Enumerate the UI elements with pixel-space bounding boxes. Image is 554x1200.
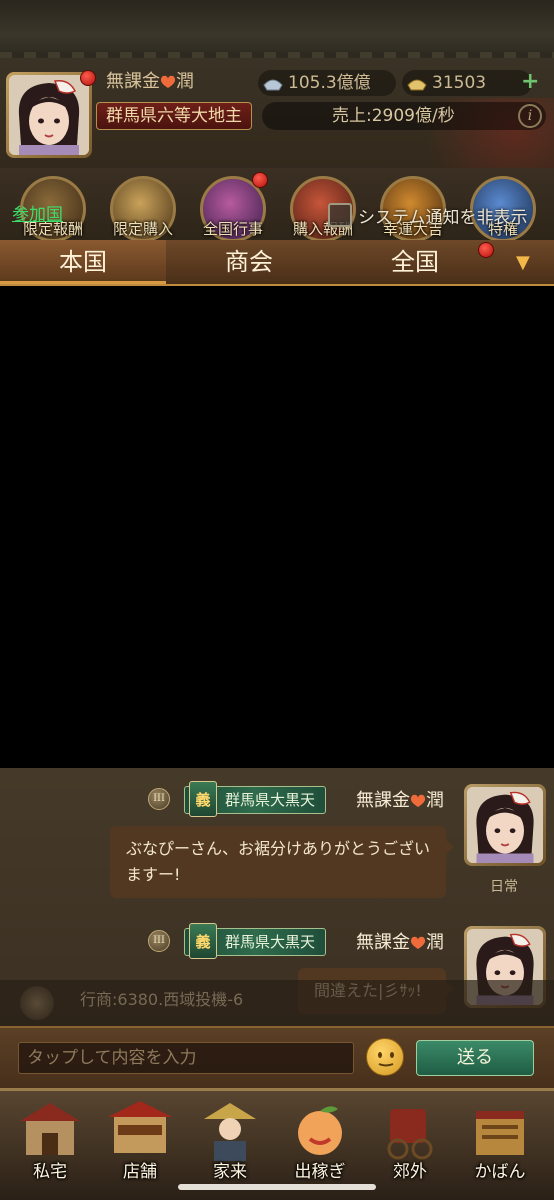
event-label-limited-purchase: 限定購入 xyxy=(112,220,173,238)
trade-notice: 行商:6380.西域投機-6 xyxy=(0,980,554,1026)
silver-ingot-icon xyxy=(263,79,283,91)
sender-name-suffix: 潤 xyxy=(426,790,444,811)
event-notification-dot xyxy=(252,172,268,188)
silver-counter[interactable]: 105.3億億 xyxy=(258,70,396,96)
sender-name: 無課金 xyxy=(356,932,410,953)
redacted-region xyxy=(0,286,554,768)
tab-home-country[interactable]: 本国 xyxy=(0,240,166,284)
guild-emblem-icon: 義 xyxy=(189,781,217,817)
player-name-suffix: 潤 xyxy=(176,71,194,92)
nav-bag[interactable]: かばん xyxy=(456,1097,544,1185)
nav-residence[interactable]: 私宅 xyxy=(6,1097,94,1185)
guild-name: 群馬県大黒天 xyxy=(225,791,316,809)
nav-label-residence: 私宅 xyxy=(33,1162,67,1182)
hide-system-notice-label: システム通知を非表示 xyxy=(358,208,528,228)
avatar-portrait-icon xyxy=(467,787,543,863)
gold-ingot-icon xyxy=(407,79,427,91)
send-button[interactable]: 送る xyxy=(416,1040,534,1076)
player-avatar[interactable] xyxy=(6,72,92,158)
nav-label-suburbs: 郊外 xyxy=(393,1162,427,1182)
sender-avatar[interactable] xyxy=(464,784,546,866)
message-bubble[interactable]: ぶなぴーさん、お裾分けありがとうございますー! xyxy=(110,826,454,898)
chat-input-bar: 送る xyxy=(0,1026,554,1088)
home-indicator[interactable] xyxy=(178,1184,376,1190)
guild-tag[interactable]: 義 群馬県大黒天 xyxy=(184,781,327,817)
chevron-down-icon[interactable]: ▼ xyxy=(516,252,536,273)
bag-icon xyxy=(476,1111,524,1155)
join-country-link[interactable]: 参加国 xyxy=(12,200,63,225)
nav-retainers[interactable]: 家来 xyxy=(186,1097,274,1185)
add-gold-button[interactable]: + xyxy=(521,71,539,93)
trade-icon xyxy=(20,986,54,1020)
nav-label-shop: 店舗 xyxy=(123,1162,157,1182)
avatar-notification-dot xyxy=(80,70,96,86)
rank-badge: III xyxy=(148,930,170,952)
chat-tabs: 本国 商会 全国 ▼ xyxy=(0,240,554,286)
message-sender: 無課金潤 xyxy=(356,928,444,954)
nav-suburbs[interactable]: 郊外 xyxy=(366,1097,454,1185)
gold-counter[interactable]: 31503 xyxy=(402,70,532,96)
nav-work[interactable]: 出稼ぎ xyxy=(276,1097,364,1185)
player-name-text: 無課金 xyxy=(106,71,160,92)
sales-text: 売上:2909億/秒 xyxy=(332,106,455,126)
tab-nationwide[interactable]: 全国 xyxy=(332,240,498,284)
sender-name-suffix: 潤 xyxy=(426,932,444,953)
carriage-icon xyxy=(387,1109,433,1160)
info-icon[interactable]: i xyxy=(518,104,542,128)
player-name: 無課金潤 xyxy=(96,68,256,96)
tab-guild[interactable]: 商会 xyxy=(166,240,332,284)
event-label-national: 全国行事 xyxy=(202,220,263,238)
sender-name: 無課金 xyxy=(356,790,410,811)
peach-icon xyxy=(160,75,176,88)
peach-icon xyxy=(410,936,426,949)
event-label-purchase-reward: 購入報酬 xyxy=(292,220,353,238)
shop-icon xyxy=(108,1101,172,1153)
player-title-badge[interactable]: 群馬県六等大地主 xyxy=(96,102,252,130)
guild-name: 群馬県大黒天 xyxy=(225,933,316,951)
chat-input[interactable] xyxy=(18,1042,354,1074)
residence-icon xyxy=(20,1103,80,1155)
sales-rate: 売上:2909億/秒 i xyxy=(262,102,546,130)
status-badge: 日常 xyxy=(490,879,518,895)
peach-icon xyxy=(410,794,426,807)
player-header: 無課金潤 群馬県六等大地主 105.3億億 31503 + 売上:2909億/秒… xyxy=(0,58,554,208)
nav-label-bag: かばん xyxy=(474,1162,526,1182)
smiley-icon xyxy=(378,1052,394,1067)
silver-value: 105.3億億 xyxy=(288,73,371,93)
rank-badge: III xyxy=(148,788,170,810)
peach-basket-icon xyxy=(298,1106,342,1155)
top-decorative-strip xyxy=(0,0,554,58)
trade-notice-text: 行商:6380.西域投機-6 xyxy=(80,990,244,1009)
gold-value: 31503 xyxy=(432,73,487,93)
emoji-button[interactable] xyxy=(366,1038,404,1076)
guild-emblem-icon: 義 xyxy=(189,923,217,959)
guild-tag[interactable]: 義 群馬県大黒天 xyxy=(184,923,327,959)
nav-label-work: 出稼ぎ xyxy=(294,1162,346,1182)
nav-shop[interactable]: 店舗 xyxy=(96,1097,184,1185)
tab-notification-dot xyxy=(478,242,494,258)
avatar-portrait-icon xyxy=(9,75,89,155)
message-sender: 無課金潤 xyxy=(356,786,444,812)
chat-message-area[interactable]: III 義 群馬県大黒天 無課金潤 日常 ぶなぴーさん、お裾分けありがとうござい… xyxy=(0,286,554,1026)
hide-system-notice-checkbox[interactable] xyxy=(328,203,352,227)
nav-label-retainers: 家来 xyxy=(213,1162,247,1182)
retainer-icon xyxy=(204,1103,256,1161)
